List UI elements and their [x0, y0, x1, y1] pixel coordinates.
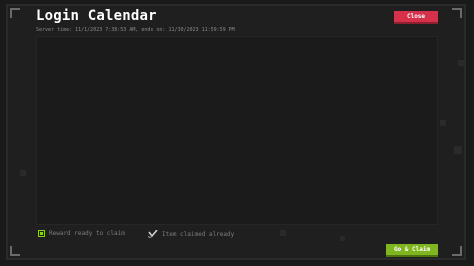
background-pixel-decoration: [440, 120, 446, 126]
frame-corner-decoration: [10, 8, 20, 18]
go-claim-button[interactable]: Go & Claim: [386, 244, 438, 257]
server-time-text: Server time: 11/1/2023 7:38:53 AM, ends …: [36, 27, 235, 33]
reward-ready-icon: [38, 230, 45, 237]
background-pixel-decoration: [20, 170, 26, 176]
legend-claimed: Item claimed already: [148, 230, 234, 238]
background-pixel-decoration: [454, 146, 462, 154]
page-title: Login Calendar: [36, 8, 157, 24]
legend-ready: Reward ready to claim: [38, 230, 125, 237]
close-button[interactable]: Close: [394, 11, 438, 24]
background-pixel-decoration: [340, 236, 345, 241]
legend-ready-label: Reward ready to claim: [49, 230, 125, 237]
background-pixel-decoration: [458, 60, 464, 66]
item-claimed-icon: [148, 230, 158, 238]
frame-corner-decoration: [10, 246, 20, 256]
frame-corner-decoration: [452, 246, 462, 256]
calendar-grid-area: [36, 36, 438, 225]
legend-claimed-label: Item claimed already: [162, 230, 235, 238]
background-pixel-decoration: [280, 230, 286, 236]
frame-corner-decoration: [452, 8, 462, 18]
